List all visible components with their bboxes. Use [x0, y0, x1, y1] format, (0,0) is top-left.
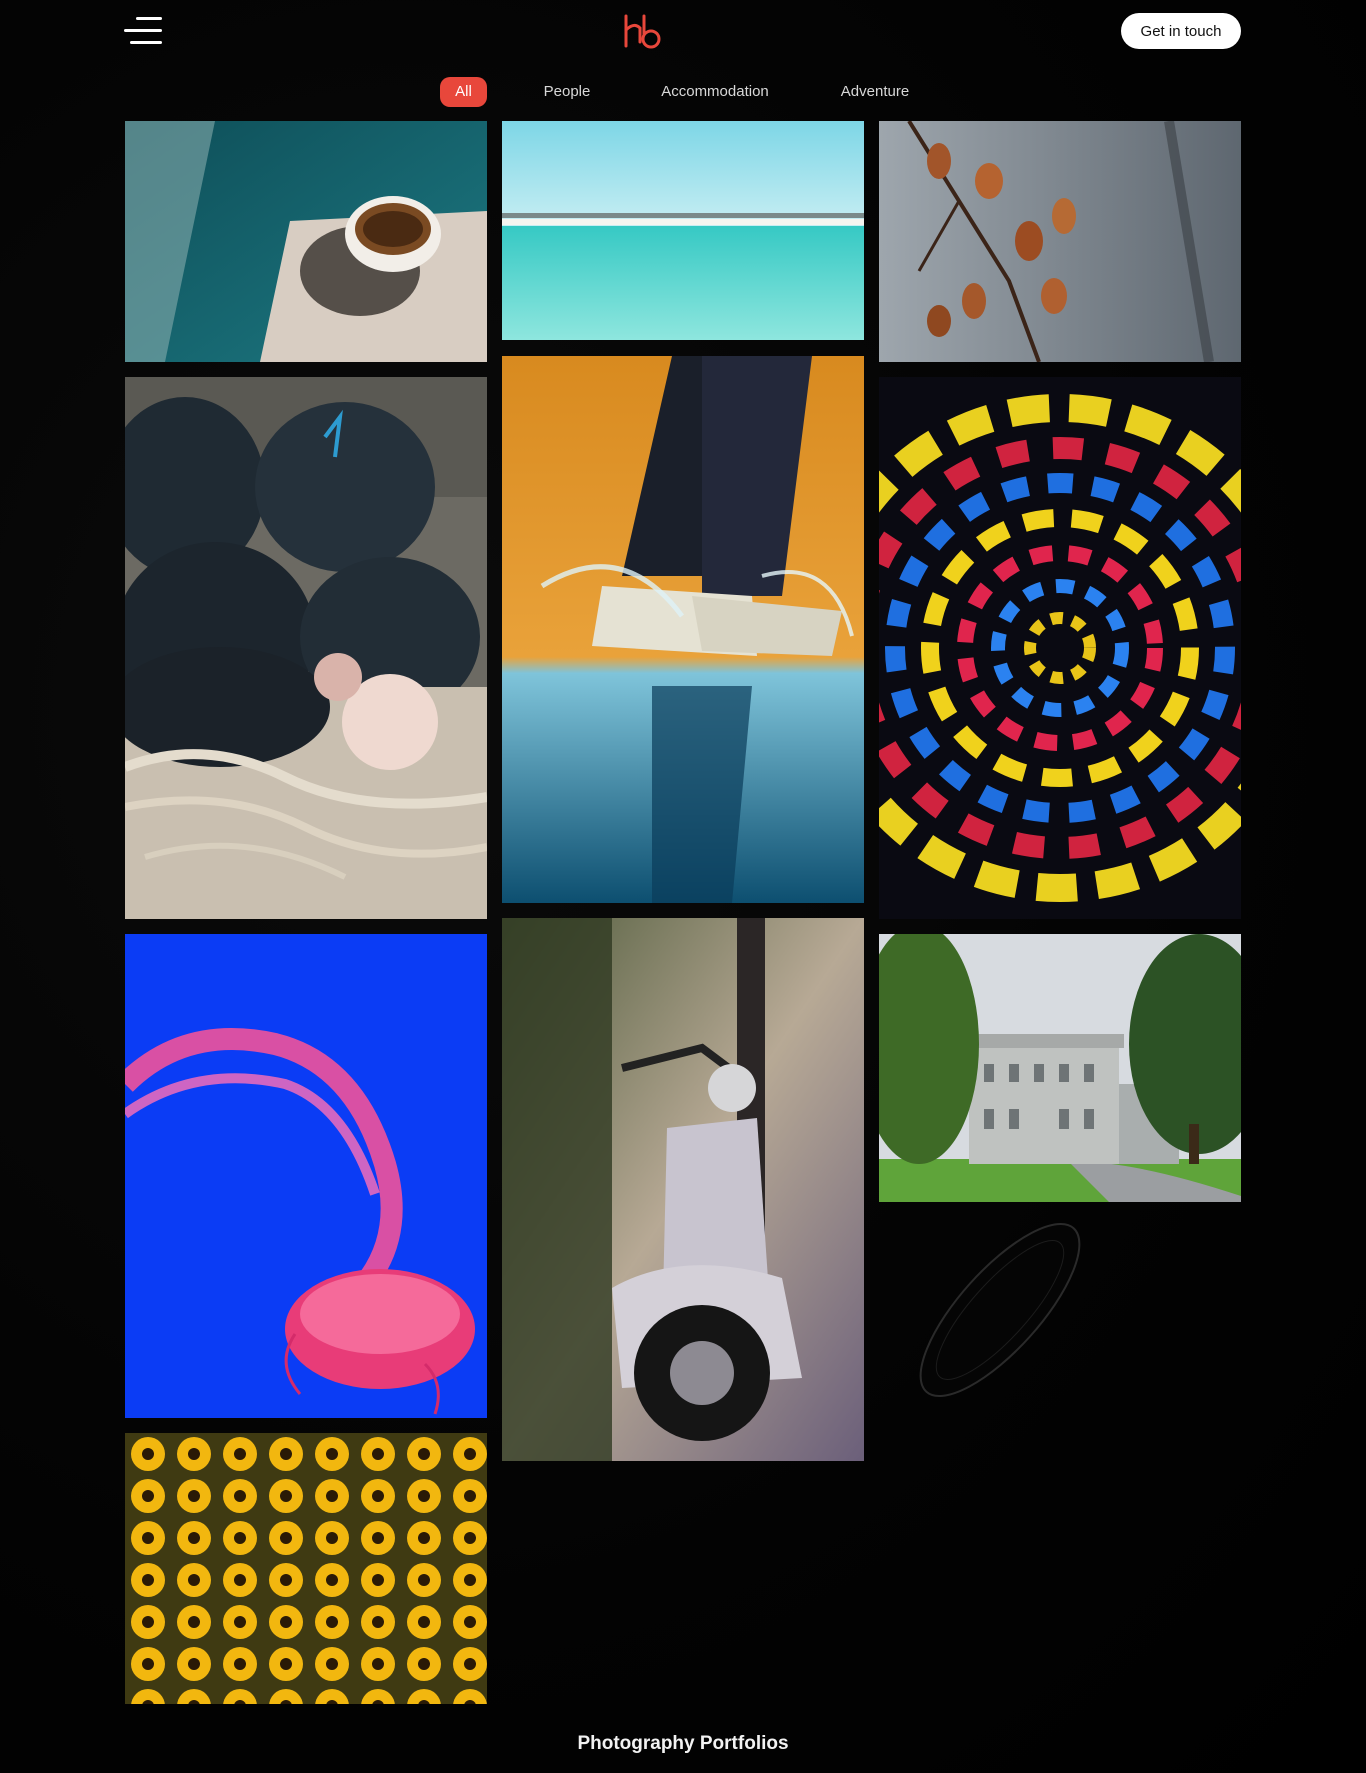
- gallery-image-coffee-cup[interactable]: [125, 121, 487, 362]
- filter-tab-accommodation[interactable]: Accommodation: [652, 77, 778, 107]
- hamburger-menu-icon[interactable]: [124, 15, 162, 47]
- filter-tabs: All People Accommodation Adventure: [0, 77, 1366, 107]
- brand-logo[interactable]: [620, 12, 664, 50]
- gallery-image-manor-house[interactable]: [879, 934, 1241, 1202]
- gallery-image-tropical-sea[interactable]: [502, 121, 864, 340]
- decorative-disc-shape: [880, 1200, 1120, 1420]
- portfolio-page: Get in touch All People Accommodation Ad…: [0, 0, 1366, 1773]
- filter-tab-adventure[interactable]: Adventure: [832, 77, 918, 107]
- footer-title: Photography Portfolios: [577, 1733, 789, 1754]
- gallery-image-fishing-nets[interactable]: [125, 377, 487, 919]
- gallery-image-autumn-leaves[interactable]: [879, 121, 1241, 362]
- gallery-image-yellow-flowers[interactable]: [125, 1433, 487, 1704]
- gallery-image-light-swirl[interactable]: [879, 377, 1241, 919]
- filter-tab-people[interactable]: People: [530, 77, 604, 107]
- gallery-image-scooter[interactable]: [502, 918, 864, 1461]
- gallery-image-sneakers-splash[interactable]: [502, 356, 864, 903]
- gallery-image-jellyfish[interactable]: [125, 934, 487, 1418]
- filter-tab-all[interactable]: All: [440, 77, 487, 107]
- get-in-touch-button[interactable]: Get in touch: [1121, 13, 1241, 49]
